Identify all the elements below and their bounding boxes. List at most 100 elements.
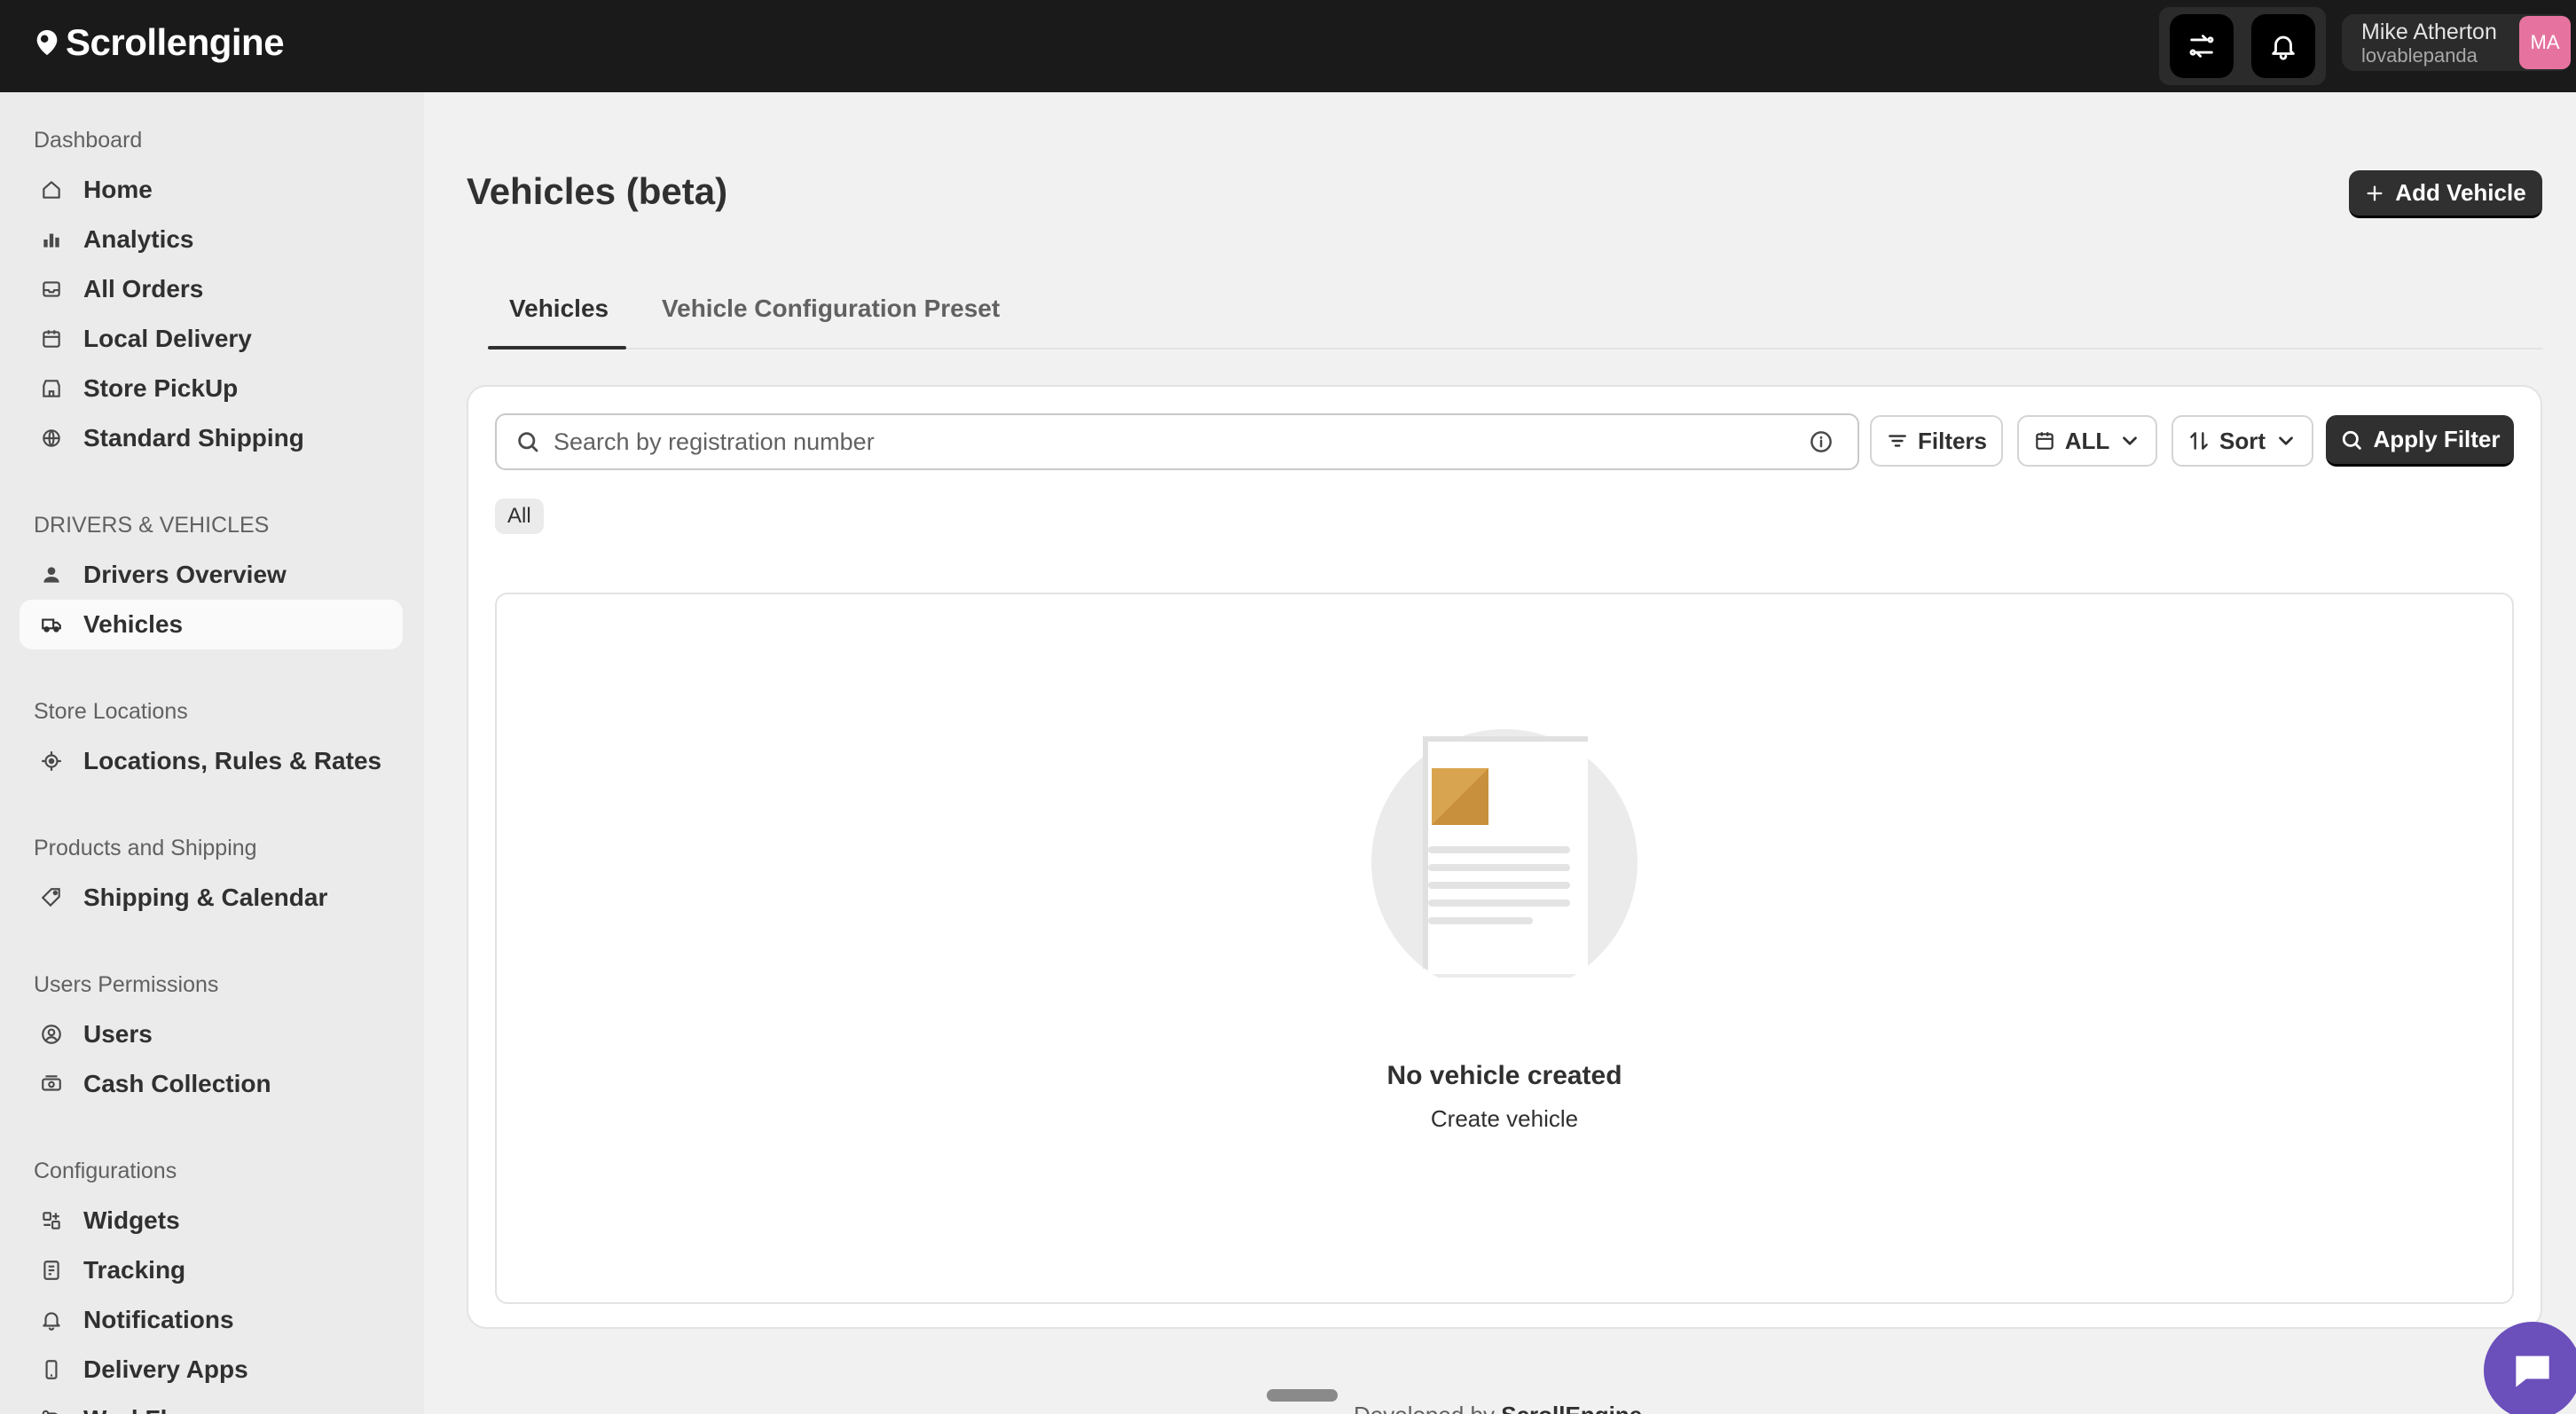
search-input[interactable] xyxy=(554,428,1808,456)
vehicles-card: Filters ALL Sort Apply Filter All No veh… xyxy=(467,385,2542,1329)
sidebar-item-label: Cash Collection xyxy=(83,1070,271,1097)
notifications-button[interactable] xyxy=(2251,14,2315,78)
sidebar-item-drivers-overview[interactable]: Drivers Overview xyxy=(20,550,403,600)
sidebar-item-label: Vehicles xyxy=(83,610,184,638)
sidebar-item-label: Local Delivery xyxy=(83,325,252,352)
sidebar-item-vehicles[interactable]: Vehicles xyxy=(20,600,403,649)
filter-chip-all[interactable]: All xyxy=(495,499,544,534)
sort-arrows-icon xyxy=(2190,432,2208,450)
sidebar-item-label: Store PickUp xyxy=(83,374,239,402)
tag-icon xyxy=(39,885,64,910)
tracking-icon xyxy=(39,1258,64,1283)
sidebar-item-label: Notifications xyxy=(83,1306,234,1333)
home-icon xyxy=(39,177,64,202)
sidebar-item-label: Locations, Rules & Rates xyxy=(83,747,382,774)
sidebar-item-cash-collection[interactable]: Cash Collection xyxy=(20,1059,403,1109)
avatar[interactable]: MA xyxy=(2519,16,2571,69)
chat-icon xyxy=(2516,1355,2549,1387)
user-handle: lovablepanda xyxy=(2361,44,2478,67)
search-box[interactable] xyxy=(495,413,1859,470)
sidebar-item-label: Users xyxy=(83,1020,153,1048)
target-icon xyxy=(39,749,64,774)
scroll-handle[interactable] xyxy=(1267,1389,1338,1402)
sidebar-item-store-pickup[interactable]: Store PickUp xyxy=(20,364,403,413)
info-icon[interactable] xyxy=(1808,428,1834,455)
globe-icon xyxy=(39,426,64,451)
search-icon xyxy=(2343,430,2362,450)
switch-store-button[interactable] xyxy=(2170,14,2234,78)
sidebar-item-users[interactable]: Users xyxy=(20,1009,403,1059)
search-icon xyxy=(518,432,538,452)
filters-label: Filters xyxy=(1917,427,1988,454)
date-range-label: ALL xyxy=(2064,427,2110,454)
sidebar-item-all-orders[interactable]: All Orders xyxy=(20,264,403,314)
inbox-icon xyxy=(39,277,64,302)
empty-document-illustration xyxy=(1371,729,1637,978)
create-vehicle-link[interactable]: Create vehicle xyxy=(497,1105,2512,1133)
user-circle-icon xyxy=(39,1022,64,1047)
store-icon xyxy=(39,376,64,401)
page-title: Vehicles (beta) xyxy=(467,170,728,212)
sidebar-item-label: Shipping & Calendar xyxy=(83,884,328,911)
sidebar-item-shipping-calendar[interactable]: Shipping & Calendar xyxy=(20,873,403,923)
sidebar-item-home[interactable]: Home xyxy=(20,165,403,215)
section-title-configurations: Configurations xyxy=(34,1159,177,1183)
tab-bar: Vehicles Vehicle Configuration Preset xyxy=(488,275,2542,350)
bell-icon xyxy=(39,1308,64,1332)
sidebar-item-widgets[interactable]: Widgets xyxy=(20,1196,403,1245)
sidebar-item-standard-shipping[interactable]: Standard Shipping xyxy=(20,413,403,463)
truck-icon xyxy=(39,612,64,637)
sidebar-item-label: Drivers Overview xyxy=(83,561,287,588)
plus-icon xyxy=(2367,185,2383,200)
active-tab-indicator xyxy=(488,346,626,350)
user-name: Mike Atherton xyxy=(2361,20,2497,44)
date-range-dropdown[interactable]: ALL xyxy=(2017,415,2157,467)
app-name: Scrollengine xyxy=(66,21,285,63)
add-vehicle-label: Add Vehicle xyxy=(2395,179,2526,206)
sidebar-item-label: Standard Shipping xyxy=(83,424,304,452)
sort-dropdown[interactable]: Sort xyxy=(2172,415,2313,467)
tab-vehicles[interactable]: Vehicles xyxy=(509,295,609,323)
sidebar-item-label: Tracking xyxy=(83,1256,186,1284)
chevron-down-icon xyxy=(2123,436,2138,445)
sidebar-item-label: Widgets xyxy=(83,1206,180,1234)
calendar-icon xyxy=(2035,432,2054,450)
widgets-icon xyxy=(39,1208,64,1233)
filter-lines-icon xyxy=(1889,435,1906,447)
sidebar-item-label: WorkFlow xyxy=(83,1405,201,1414)
chevron-down-icon xyxy=(2279,436,2293,445)
filters-button[interactable]: Filters xyxy=(1870,415,2003,467)
sidebar-item-local-delivery[interactable]: Local Delivery xyxy=(20,314,403,364)
sort-label: Sort xyxy=(2219,427,2266,454)
person-icon xyxy=(39,562,64,587)
top-bar: Scrollengine Mike Atherton lovablepanda … xyxy=(0,0,2576,92)
apply-filter-button[interactable]: Apply Filter xyxy=(2326,415,2514,467)
apply-filter-label: Apply Filter xyxy=(2373,426,2501,452)
sidebar-item-label: Home xyxy=(83,176,153,203)
app-logo[interactable]: Scrollengine xyxy=(32,21,285,64)
sidebar-item-workflow[interactable]: WorkFlow xyxy=(20,1394,403,1414)
section-title-users-permissions: Users Permissions xyxy=(34,972,219,997)
empty-state: No vehicle created Create vehicle xyxy=(495,593,2514,1304)
add-vehicle-button[interactable]: Add Vehicle xyxy=(2349,170,2542,218)
arrows-swap-icon xyxy=(2189,35,2214,58)
sidebar-item-delivery-apps[interactable]: Delivery Apps xyxy=(20,1345,403,1394)
user-menu[interactable]: Mike Atherton lovablepanda MA xyxy=(2342,14,2571,71)
calendar-icon xyxy=(39,326,64,351)
sidebar-item-tracking[interactable]: Tracking xyxy=(20,1245,403,1295)
top-actions xyxy=(2159,7,2326,85)
chat-button[interactable] xyxy=(2484,1322,2576,1414)
sidebar-item-locations-rules-rates[interactable]: Locations, Rules & Rates xyxy=(20,736,403,786)
section-title-drivers-vehicles: DRIVERS & VEHICLES xyxy=(34,513,270,538)
sidebar-item-analytics[interactable]: Analytics xyxy=(20,215,403,264)
cash-icon xyxy=(39,1072,64,1096)
bell-icon xyxy=(2272,35,2295,60)
section-title-dashboard: Dashboard xyxy=(34,128,143,153)
sidebar-item-label: Delivery Apps xyxy=(83,1355,248,1383)
bar-chart-icon xyxy=(39,227,64,252)
sidebar-item-notifications[interactable]: Notifications xyxy=(20,1295,403,1345)
tab-vehicle-configuration-preset[interactable]: Vehicle Configuration Preset xyxy=(662,295,1000,323)
sidebar-item-label: Analytics xyxy=(83,225,194,253)
section-title-store-locations: Store Locations xyxy=(34,699,188,724)
mobile-icon xyxy=(39,1357,64,1382)
